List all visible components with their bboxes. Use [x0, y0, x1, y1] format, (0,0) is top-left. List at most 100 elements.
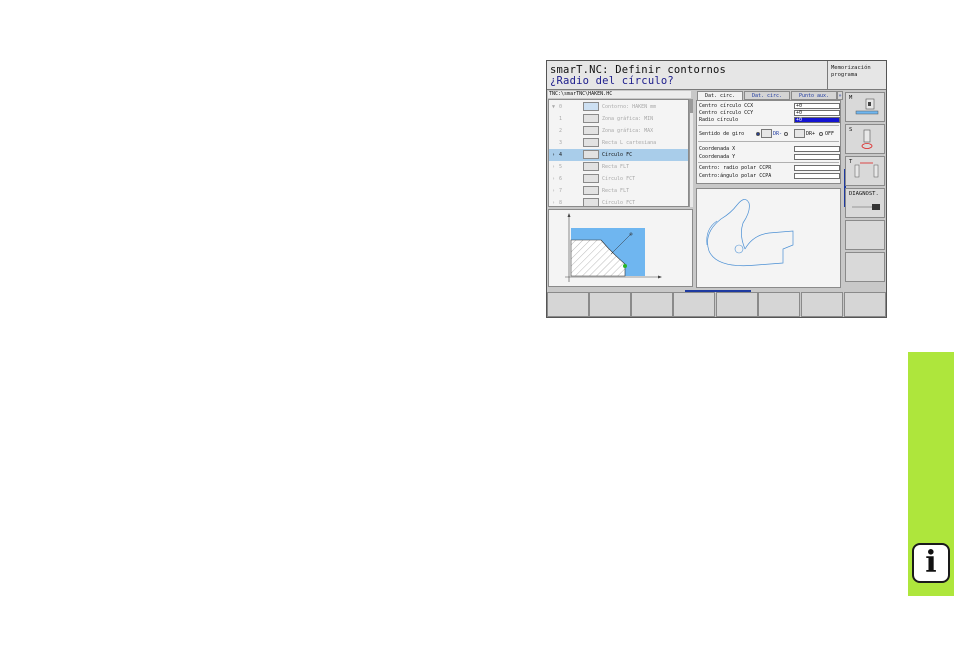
- info-glyph: i: [925, 545, 937, 580]
- softkey-t[interactable]: T: [845, 156, 885, 186]
- tree-row-5[interactable]: › 5 Recta FLT: [549, 161, 688, 173]
- center-y-label: Centro círculo CCY: [699, 110, 754, 116]
- help-graphic: [548, 209, 693, 287]
- tree-label: Recta FLT: [602, 164, 630, 170]
- polar-radius-field[interactable]: [794, 165, 840, 171]
- line-icon: [583, 186, 599, 195]
- tree-num: 8: [559, 200, 563, 206]
- tree-num: 2: [559, 128, 563, 134]
- tree-label: Círculo FCT: [602, 200, 636, 206]
- file-path: TNC:\smarTNC\HAKEN.HC: [548, 91, 691, 98]
- info-icon: i: [912, 543, 950, 583]
- radius-field[interactable]: +0: [794, 117, 840, 123]
- tree-num: 5: [559, 164, 563, 170]
- tree-label: Zona gráfica: MAX: [602, 128, 654, 134]
- divider: [698, 125, 839, 126]
- help-graphic-svg: [565, 213, 662, 282]
- softkey-empty-1[interactable]: [845, 220, 885, 250]
- tree-arrow: ›: [552, 200, 556, 206]
- line-icon: [583, 162, 599, 171]
- form-tabs: Dat. circ. Dat. circ. Punto aux. »: [697, 91, 843, 100]
- center-y-field[interactable]: +0: [794, 110, 840, 116]
- radius-label: Radio círculo: [699, 117, 739, 123]
- dr-minus-label: DR-: [773, 131, 783, 137]
- softkey-empty-2[interactable]: [845, 252, 885, 282]
- softkey-bottom-1[interactable]: [547, 292, 589, 317]
- softkey-diagnost[interactable]: DIAGNOST.: [845, 188, 885, 218]
- tree-num: 1: [559, 116, 563, 122]
- tree-num: 0: [559, 104, 563, 110]
- smartnc-screen: smarT.NC: Definir contornos ¿Radio del c…: [546, 60, 887, 318]
- tree-arrow: ›: [552, 152, 556, 158]
- tab-punto-aux[interactable]: Punto aux.: [791, 91, 837, 100]
- scroll-thumb[interactable]: [690, 99, 693, 113]
- softkey-s[interactable]: S: [845, 124, 885, 154]
- bottom-softkeys: [547, 292, 886, 317]
- softkey-bottom-6[interactable]: [758, 292, 800, 317]
- tree-num: 3: [559, 140, 563, 146]
- tree-row-4[interactable]: › 4 Círculo FC: [549, 149, 688, 161]
- tab-dat-circ-1[interactable]: Dat. circ.: [697, 91, 743, 100]
- tree-row-0[interactable]: ▼ 0 Contorno: HAKEN mm: [549, 101, 688, 113]
- coord-y-field[interactable]: [794, 154, 840, 160]
- tree-label: Círculo FCT: [602, 176, 636, 182]
- tab-dat-circ-2[interactable]: Dat. circ.: [744, 91, 790, 100]
- spindle-icon: [861, 129, 873, 149]
- mode-indicator: Memorización programa: [828, 61, 886, 90]
- side-softkeys: M S T DIAGNOST.: [845, 92, 886, 292]
- center-x-label: Centro círculo CCX: [699, 103, 754, 109]
- cw-rotation-icon: [761, 129, 772, 138]
- tree-row-3[interactable]: 3 Recta L cartesiana: [549, 137, 688, 149]
- tree-arrow: ›: [552, 188, 556, 194]
- tree-label: Recta FLT: [602, 188, 630, 194]
- polar-radius-label: Centro: radio polar CCPR: [699, 165, 772, 171]
- coord-x-label: Coordenada X: [699, 146, 736, 152]
- circle-icon: [583, 198, 599, 206]
- tree-row-6[interactable]: › 6 Círculo FCT: [549, 173, 688, 185]
- contour-icon: [583, 102, 599, 111]
- off-radio[interactable]: [819, 132, 823, 136]
- tree-label: Recta L cartesiana: [602, 140, 657, 146]
- divider: [698, 141, 839, 142]
- tree-label: Zona gráfica: MIN: [602, 116, 654, 122]
- softkey-bottom-2[interactable]: [589, 292, 631, 317]
- softkey-bottom-8[interactable]: [844, 292, 886, 317]
- softkey-bottom-4[interactable]: [673, 292, 715, 317]
- dr-plus-radio[interactable]: [784, 132, 788, 136]
- tree-arrow: ›: [552, 176, 556, 182]
- line-icon: [583, 138, 599, 147]
- tree-label: Círculo FC: [602, 152, 633, 158]
- tree-num: 7: [559, 188, 563, 194]
- tree-row-7[interactable]: › 7 Recta FLT: [549, 185, 688, 197]
- softkey-bottom-7[interactable]: [801, 292, 843, 317]
- center-x-field[interactable]: +0: [794, 103, 840, 109]
- tree-row-2[interactable]: 2 Zona gráfica: MAX: [549, 125, 688, 137]
- ccw-rotation-icon: [794, 129, 805, 138]
- tree-row-8[interactable]: › 8 Círculo FCT: [549, 197, 688, 206]
- tab-more-icon[interactable]: »: [837, 91, 843, 100]
- circle-icon: [583, 174, 599, 183]
- softkey-m[interactable]: M: [845, 92, 885, 122]
- tree-arrow: ▼: [552, 104, 556, 110]
- zone-icon: [583, 126, 599, 135]
- dr-minus-radio[interactable]: [756, 132, 760, 136]
- diagnostic-icon: [852, 204, 880, 210]
- contour-preview-svg: [706, 199, 794, 267]
- direction-label: Sentido de giro: [699, 131, 745, 137]
- coord-x-field[interactable]: [794, 146, 840, 152]
- coord-y-label: Coordenada Y: [699, 154, 736, 160]
- off-label: OFF: [825, 131, 835, 137]
- tree-row-1[interactable]: 1 Zona gráfica: MIN: [549, 113, 688, 125]
- contour-preview: [696, 188, 841, 288]
- header: smarT.NC: Definir contornos ¿Radio del c…: [547, 61, 828, 90]
- softkey-bottom-3[interactable]: [631, 292, 673, 317]
- softkey-bottom-5[interactable]: [716, 292, 758, 317]
- tree-num: 4: [559, 152, 563, 158]
- polar-angle-field[interactable]: [794, 173, 840, 179]
- tree-scrollbar[interactable]: [689, 99, 693, 207]
- zone-icon: [583, 114, 599, 123]
- circle-form: Centro círculo CCX +0 Centro círculo CCY…: [696, 100, 841, 184]
- dr-plus-label: DR+: [806, 131, 816, 137]
- divider: [698, 162, 839, 163]
- program-tree[interactable]: ▼ 0 Contorno: HAKEN mm 1 Zona gráfica: M…: [548, 99, 689, 207]
